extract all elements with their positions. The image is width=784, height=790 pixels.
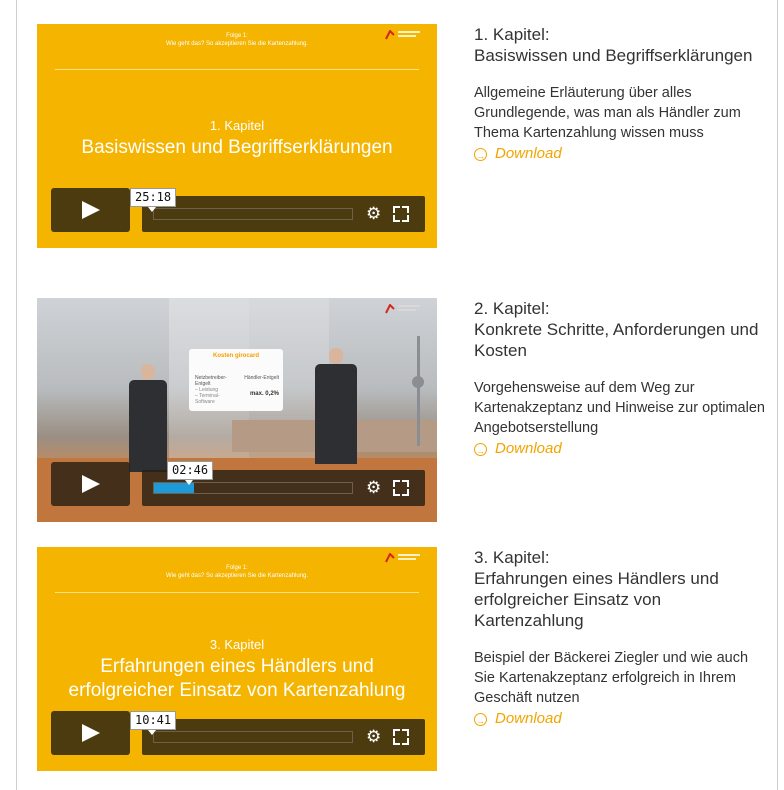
progress-track[interactable] (153, 731, 353, 743)
slide-divider (55, 69, 419, 70)
fullscreen-icon[interactable] (393, 206, 409, 222)
control-bar: ⚙ (142, 719, 425, 755)
board-title: Kosten girocard (212, 353, 259, 359)
chapter-name: Konkrete Schritte, Anforderungen und Kos… (474, 320, 759, 360)
board-left-items: – Leistung – Terminal-Software (195, 387, 220, 405)
chapter-description: Beispiel der Bäckerei Ziegler und wie au… (474, 650, 749, 706)
time-tooltip: 25:18 (130, 188, 177, 212)
chapter-description: Allgemeine Erläuterung über alles Grundl… (474, 85, 741, 141)
gear-icon[interactable]: ⚙ (366, 204, 381, 224)
chapter-number: 3. Kapitel: (474, 548, 550, 567)
chapter-2-text: 2. Kapitel: Konkrete Schritte, Anforderu… (474, 298, 766, 461)
video-player-3[interactable]: Folge 1: Wie geht das? So akzeptieren Si… (37, 547, 437, 771)
slide-chapter-label: 1. Kapitel (209, 118, 265, 133)
slide-divider (55, 592, 419, 593)
slide-title: Erfahrungen eines Händlers und erfolgrei… (68, 656, 406, 701)
download-arrow-icon (474, 146, 487, 166)
logo-icon (385, 303, 421, 317)
progress-track[interactable] (153, 482, 353, 494)
play-icon (82, 201, 100, 219)
slide-chapter-label: 3. Kapitel (209, 637, 265, 652)
chapter-1-text: 1. Kapitel: Basiswissen und Begriffserkl… (474, 24, 766, 166)
download-arrow-icon (474, 441, 487, 461)
board-value: max. 0,2% (249, 391, 279, 397)
download-arrow-icon (474, 711, 487, 731)
chapter-description: Vorgehensweise auf dem Weg zur Kartenakz… (474, 380, 765, 436)
play-icon (82, 724, 100, 742)
time-tooltip: 02:46 (167, 461, 214, 485)
chapter-3-text: 3. Kapitel: Erfahrungen eines Händlers u… (474, 547, 766, 731)
play-button[interactable] (51, 711, 130, 755)
tv-tower-ball (412, 376, 424, 388)
time-tooltip: 10:41 (130, 711, 177, 735)
slide-title: Basiswissen und Begriffserklärungen (81, 137, 393, 158)
slide-episode-text: Folge 1: Wie geht das? So akzeptieren Si… (165, 565, 309, 579)
info-board: Kosten girocard Netzbetreiber-Entgelt – … (189, 349, 283, 411)
board-left-heading: Netzbetreiber-Entgelt (195, 375, 227, 387)
chapter-name: Basiswissen und Begriffserklärungen (474, 46, 753, 65)
progress-track[interactable] (153, 208, 353, 220)
play-icon (82, 475, 100, 493)
slide-episode-text: Folge 1: Wie geht das? So akzeptieren Si… (165, 33, 309, 47)
gear-icon[interactable]: ⚙ (366, 478, 381, 498)
chapter-number: 2. Kapitel: (474, 299, 550, 318)
gear-icon[interactable]: ⚙ (366, 727, 381, 747)
download-label: Download (495, 710, 562, 727)
download-link[interactable]: Download (474, 144, 766, 166)
board-left-label: Netzbetreiber-Entgelt – Leistung – Termi… (195, 375, 233, 405)
play-button[interactable] (51, 188, 130, 232)
tv-tower (417, 336, 420, 446)
board-right-label: Händler-Entgelt (244, 375, 279, 381)
download-label: Download (495, 440, 562, 457)
chapter-number: 1. Kapitel: (474, 25, 550, 44)
download-link[interactable]: Download (474, 709, 766, 731)
chapter-name: Erfahrungen eines Händlers und erfolgrei… (474, 569, 719, 630)
control-bar: ⚙ (142, 196, 425, 232)
download-link[interactable]: Download (474, 439, 766, 461)
fullscreen-icon[interactable] (393, 729, 409, 745)
download-label: Download (495, 145, 562, 162)
chapter-title: 1. Kapitel: Basiswissen und Begriffserkl… (474, 24, 766, 66)
chapter-title: 3. Kapitel: Erfahrungen eines Händlers u… (474, 547, 766, 631)
chapter-title: 2. Kapitel: Konkrete Schritte, Anforderu… (474, 298, 766, 361)
play-button[interactable] (51, 462, 130, 506)
video-player-2[interactable]: Kosten girocard Netzbetreiber-Entgelt – … (37, 298, 437, 522)
fullscreen-icon[interactable] (393, 480, 409, 496)
video-player-1[interactable]: Folge 1: Wie geht das? So akzeptieren Si… (37, 24, 437, 248)
